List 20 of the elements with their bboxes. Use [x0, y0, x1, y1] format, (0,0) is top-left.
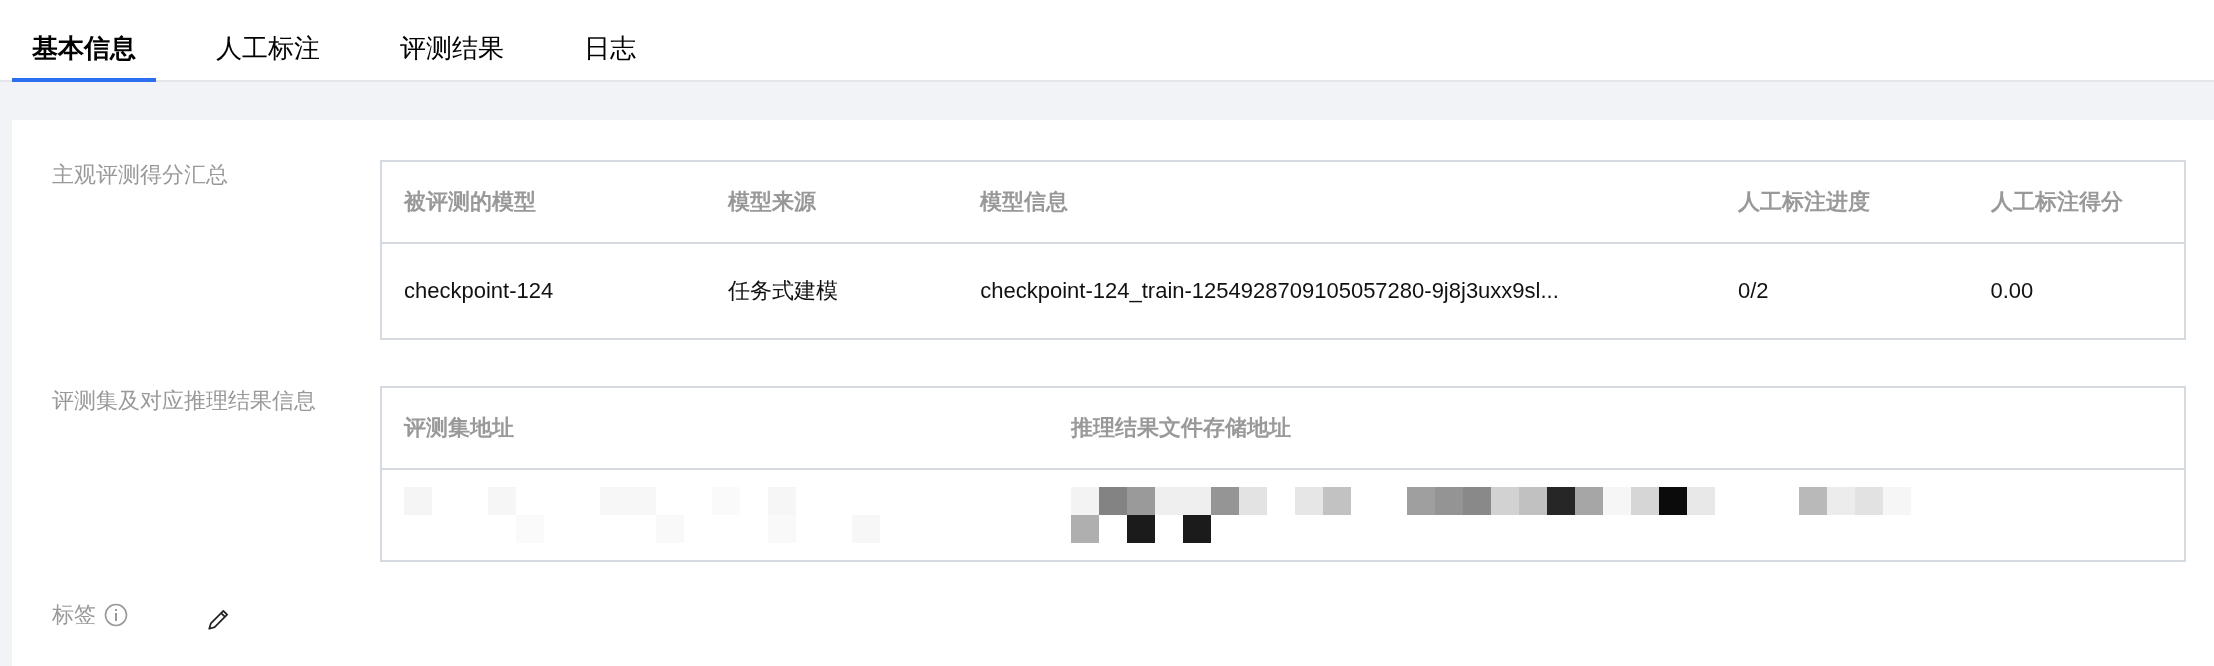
column-header: 模型信息 [980, 189, 1069, 214]
column-header: 推理结果文件存储地址 [1071, 415, 1292, 440]
table-cell: 0.00 [1990, 278, 2034, 303]
table-cell: 0/2 [1737, 278, 1769, 303]
section-label: 评测集及对应推理结果信息 [52, 387, 316, 415]
field-label: 标签 [52, 601, 96, 629]
tab[interactable]: 基本信息 [12, 31, 156, 82]
info-icon[interactable] [104, 603, 128, 627]
tab[interactable]: 日志 [564, 31, 656, 82]
column-header: 人工标注进度 [1737, 189, 1870, 214]
table-cell: checkpoint-124 [404, 278, 554, 303]
column-header: 被评测的模型 [404, 189, 536, 214]
column-header: 人工标注得分 [1990, 189, 2123, 214]
column-header: 评测集地址 [404, 415, 514, 440]
tab[interactable]: 人工标注 [196, 31, 340, 82]
tab[interactable]: 评测结果 [380, 31, 524, 82]
table-cell: checkpoint-124_train-1254928709105057280-9j8j3uxx9sl... [980, 278, 1559, 303]
table-cell: 任务式建模 [727, 278, 838, 303]
column-header: 模型来源 [727, 189, 816, 214]
section-label: 主观评测得分汇总 [52, 161, 228, 189]
